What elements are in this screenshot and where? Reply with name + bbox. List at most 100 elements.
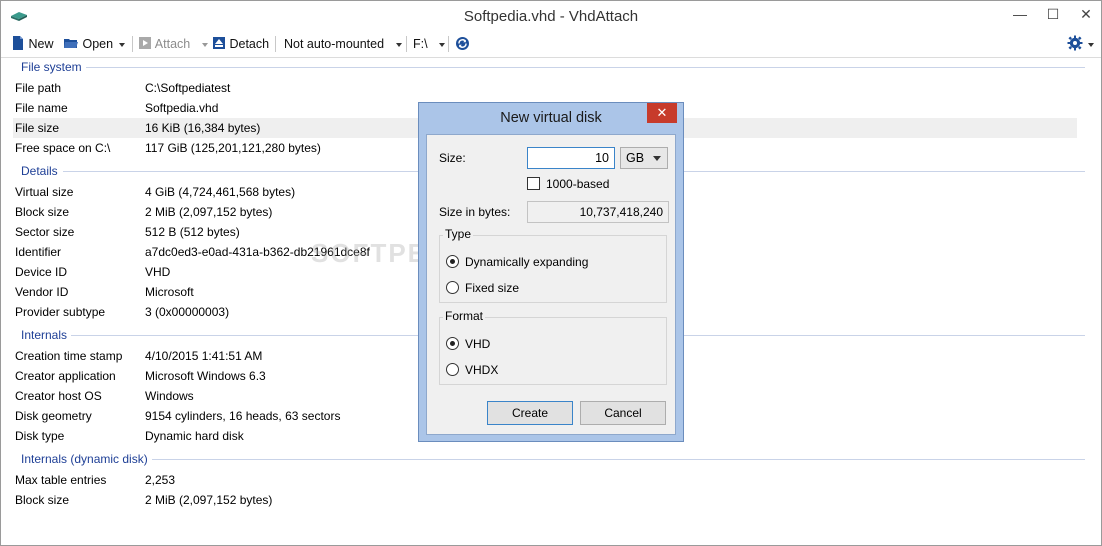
open-button[interactable]: Open <box>63 35 125 53</box>
section-title-internals: Internals <box>21 328 72 342</box>
property-key: Virtual size <box>15 185 74 199</box>
app-window: Softpedia.vhd - VhdAttach — ☐ ✕ New Open… <box>0 0 1102 546</box>
property-key: Creation time stamp <box>15 349 123 363</box>
property-value: 16 KiB (16,384 bytes) <box>145 121 261 135</box>
property-value: 9154 cylinders, 16 heads, 63 sectors <box>145 409 341 423</box>
property-value: Microsoft <box>145 285 194 299</box>
title-bar: Softpedia.vhd - VhdAttach — ☐ ✕ <box>1 1 1101 31</box>
property-key: File size <box>15 121 60 135</box>
new-button[interactable]: New <box>11 35 54 53</box>
minimize-button[interactable]: — <box>1005 3 1035 25</box>
size-label: Size: <box>439 151 466 165</box>
property-value: 2 MiB (2,097,152 bytes) <box>145 205 273 219</box>
property-value: 2 MiB (2,097,152 bytes) <box>145 493 273 507</box>
property-key: File path <box>15 81 62 95</box>
property-value: Softpedia.vhd <box>145 101 219 115</box>
toolbar-separator <box>132 36 133 52</box>
section-title-file-system: File system <box>21 60 86 74</box>
cancel-button[interactable]: Cancel <box>580 401 666 425</box>
bytes-label: Size in bytes: <box>439 205 511 219</box>
toolbar-separator <box>275 36 276 52</box>
property-key: File name <box>15 101 68 115</box>
refresh-icon <box>456 37 469 50</box>
property-key: Identifier <box>15 245 62 259</box>
toolbar: New Open Attach Detach Not auto-mounted … <box>1 31 1101 58</box>
property-key: Disk geometry <box>15 409 92 423</box>
chevron-down-icon <box>439 42 446 47</box>
type-option-label[interactable]: Fixed size <box>465 281 519 295</box>
eject-icon <box>213 37 225 49</box>
size-unit-select[interactable]: GB <box>620 147 668 169</box>
size-input[interactable]: 10 <box>527 147 615 169</box>
type-legend: Type <box>443 227 474 241</box>
format-option-label[interactable]: VHD <box>465 337 490 351</box>
type-radio-fixed[interactable] <box>446 281 459 294</box>
open-dropdown-icon[interactable] <box>118 42 125 47</box>
property-key: Disk type <box>15 429 65 443</box>
property-value: 3 (0x00000003) <box>145 305 230 319</box>
property-key: Device ID <box>15 265 68 279</box>
window-title: Softpedia.vhd - VhdAttach <box>463 8 639 25</box>
new-file-icon <box>13 36 23 50</box>
attach-dropdown-icon[interactable] <box>201 42 208 47</box>
table-row[interactable]: Block size 2 MiB (2,097,152 bytes) <box>13 490 1077 510</box>
dialog-title: New virtual disk <box>500 110 602 126</box>
property-value: Dynamic hard disk <box>145 429 244 443</box>
size-in-bytes-value: 10,737,418,240 <box>527 201 669 223</box>
property-value: 117 GiB (125,201,121,280 bytes) <box>145 141 321 155</box>
drive-dropdown[interactable]: F:\ <box>413 35 446 53</box>
format-option-label[interactable]: VHDX <box>465 363 498 377</box>
format-legend: Format <box>443 309 486 323</box>
property-value: Windows <box>145 389 194 403</box>
property-key: Vendor ID <box>15 285 69 299</box>
property-key: Free space on C:\ <box>15 141 111 155</box>
new-label: New <box>28 37 54 51</box>
close-button[interactable]: ✕ <box>1071 3 1101 25</box>
toolbar-separator <box>448 36 449 52</box>
property-value: Microsoft Windows 6.3 <box>145 369 266 383</box>
automount-dropdown[interactable]: Not auto-mounted <box>284 35 402 53</box>
base1000-checkbox[interactable] <box>527 177 540 190</box>
settings-button[interactable] <box>1067 35 1095 53</box>
section-divider <box>85 67 1085 68</box>
detach-button[interactable]: Detach <box>212 35 269 53</box>
automount-label: Not auto-mounted <box>284 37 385 51</box>
create-button[interactable]: Create <box>487 401 573 425</box>
property-value: 4 GiB (4,724,461,568 bytes) <box>145 185 296 199</box>
property-key: Max table entries <box>15 473 107 487</box>
detach-label: Detach <box>229 37 270 51</box>
property-value: 2,253 <box>145 473 176 487</box>
chevron-down-icon <box>395 42 402 47</box>
drive-label: F:\ <box>413 37 428 51</box>
property-value: 4/10/2015 1:41:51 AM <box>145 349 263 363</box>
dialog-close-button[interactable]: ✕ <box>647 103 677 123</box>
play-icon <box>139 37 151 49</box>
type-option-label[interactable]: Dynamically expanding <box>465 255 588 269</box>
section-divider <box>151 459 1085 460</box>
table-row[interactable]: File path C:\Softpediatest <box>13 78 1077 98</box>
type-radio-dynamic[interactable] <box>446 255 459 268</box>
section-title-details: Details <box>21 164 62 178</box>
section-title-internals-dynamic: Internals (dynamic disk) <box>21 452 152 466</box>
toolbar-separator <box>406 36 407 52</box>
property-key: Creator application <box>15 369 116 383</box>
property-value: 512 B (512 bytes) <box>145 225 240 239</box>
attach-button[interactable]: Attach <box>138 35 208 53</box>
refresh-button[interactable] <box>455 35 470 53</box>
property-key: Provider subtype <box>15 305 106 319</box>
attach-label: Attach <box>154 37 191 51</box>
format-radio-vhd[interactable] <box>446 337 459 350</box>
gear-icon <box>1067 35 1083 51</box>
property-key: Creator host OS <box>15 389 102 403</box>
maximize-button[interactable]: ☐ <box>1038 3 1068 25</box>
property-key: Sector size <box>15 225 75 239</box>
dialog-body: Size: 10 GB 1000-based Size in bytes: 10… <box>426 134 676 435</box>
table-row[interactable]: Max table entries 2,253 <box>13 470 1077 490</box>
base1000-label[interactable]: 1000-based <box>546 177 609 191</box>
chevron-down-icon <box>653 156 661 161</box>
property-value: C:\Softpediatest <box>145 81 231 95</box>
property-key: Block size <box>15 205 70 219</box>
size-unit-value: GB <box>626 151 645 165</box>
property-key: Block size <box>15 493 70 507</box>
format-radio-vhdx[interactable] <box>446 363 459 376</box>
